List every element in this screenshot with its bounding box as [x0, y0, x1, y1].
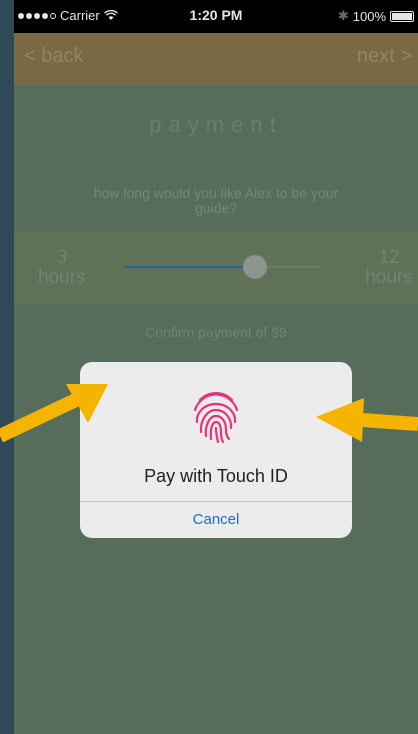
slider-max-label: 12 hours [360, 248, 418, 288]
phone-screen: Carrier 1:20 PM ✱ 100% < back next > pay… [14, 0, 418, 734]
battery-icon [390, 10, 414, 22]
duration-question: how long would you like Alex to be your … [93, 185, 339, 216]
slider-min-unit: hours [38, 267, 86, 288]
stage: Carrier 1:20 PM ✱ 100% < back next > pay… [0, 0, 418, 734]
slider-max-unit: hours [365, 267, 413, 288]
touch-id-dialog: Pay with Touch ID Cancel [80, 362, 352, 538]
battery-fill [392, 12, 412, 20]
status-bar: Carrier 1:20 PM ✱ 100% [14, 0, 418, 33]
next-button[interactable]: next > [357, 45, 412, 68]
slider-max-value: 12 [378, 247, 400, 268]
slider-fill [124, 266, 255, 268]
battery-percent: 100% [352, 8, 386, 24]
slider-thumb[interactable] [242, 255, 267, 279]
bluetooth-icon: ✱ [337, 8, 349, 23]
confirm-payment-text: Confirm payment of $9 [145, 324, 287, 340]
cancel-button[interactable]: Cancel [80, 502, 352, 538]
touch-id-message: Pay with Touch ID [144, 466, 288, 486]
slider-min-value: 3 [56, 247, 68, 268]
fingerprint-icon [193, 392, 239, 444]
status-right: ✱ 100% [338, 8, 414, 24]
slider-min-label: 3 hours [38, 248, 86, 288]
nav-bar: < back next > [14, 33, 418, 85]
back-button[interactable]: < back [24, 45, 83, 68]
duration-slider[interactable] [124, 255, 320, 279]
page-title: payment [149, 112, 283, 137]
duration-slider-band: 3 hours 12 hours [14, 232, 418, 304]
